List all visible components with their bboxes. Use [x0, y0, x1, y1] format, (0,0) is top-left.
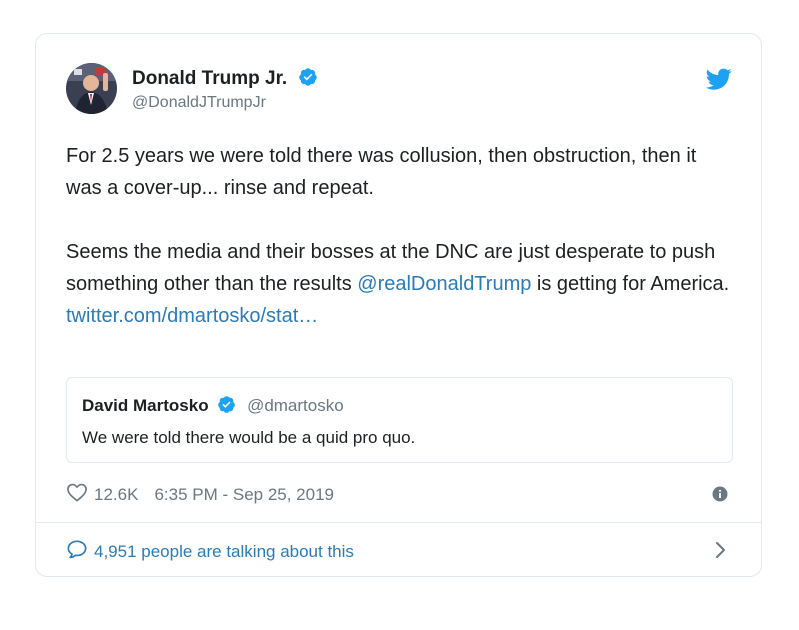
avatar-photo [66, 63, 117, 114]
avatar[interactable] [66, 63, 117, 114]
verified-badge-icon [298, 67, 318, 93]
tweet-url-link[interactable]: twitter.com/dmartosko/stat… [66, 305, 318, 327]
quoted-author-handle[interactable]: @dmartosko [247, 396, 344, 415]
card-divider [36, 522, 761, 523]
quoted-tweet-text: We were told there would be a quid pro q… [82, 428, 416, 447]
embedded-tweet-card[interactable]: Donald Trump Jr. @DonaldJTrumpJr For 2.5… [35, 33, 762, 577]
verified-badge-icon [217, 395, 236, 419]
quoted-author-name[interactable]: David Martosko [82, 396, 209, 415]
speech-bubble-icon [66, 539, 88, 564]
timestamp-link[interactable]: 6:35 PM - Sep 25, 2019 [154, 485, 334, 505]
tweet-text: For 2.5 years we were told there was col… [66, 140, 736, 332]
conversation-link[interactable]: 4,951 people are talking about this [66, 539, 354, 564]
mention-link[interactable]: @realDonaldTrump [357, 273, 531, 295]
tweet-text-segment: is getting for America. [531, 273, 730, 295]
tweet-paragraph-2: Seems the media and their bosses at the … [66, 236, 736, 332]
author-handle[interactable]: @DonaldJTrumpJr [132, 94, 266, 112]
quoted-author[interactable]: David Martosko @dmartosko [82, 395, 344, 419]
talking-count-text[interactable]: 4,951 people are talking about this [94, 542, 354, 562]
tweet-meta: 12.6K 6:35 PM - Sep 25, 2019 [66, 482, 334, 507]
heart-icon[interactable] [66, 482, 88, 507]
info-icon[interactable] [712, 486, 728, 502]
quoted-tweet[interactable]: David Martosko @dmartosko We were told t… [66, 377, 733, 463]
author-name-text[interactable]: Donald Trump Jr. [132, 68, 287, 89]
like-count[interactable]: 12.6K [94, 485, 138, 505]
author-name[interactable]: Donald Trump Jr. [132, 67, 318, 93]
tweet-paragraph-1: For 2.5 years we were told there was col… [66, 145, 697, 199]
chevron-right-icon[interactable] [712, 540, 728, 560]
twitter-bird-icon[interactable] [705, 66, 732, 92]
